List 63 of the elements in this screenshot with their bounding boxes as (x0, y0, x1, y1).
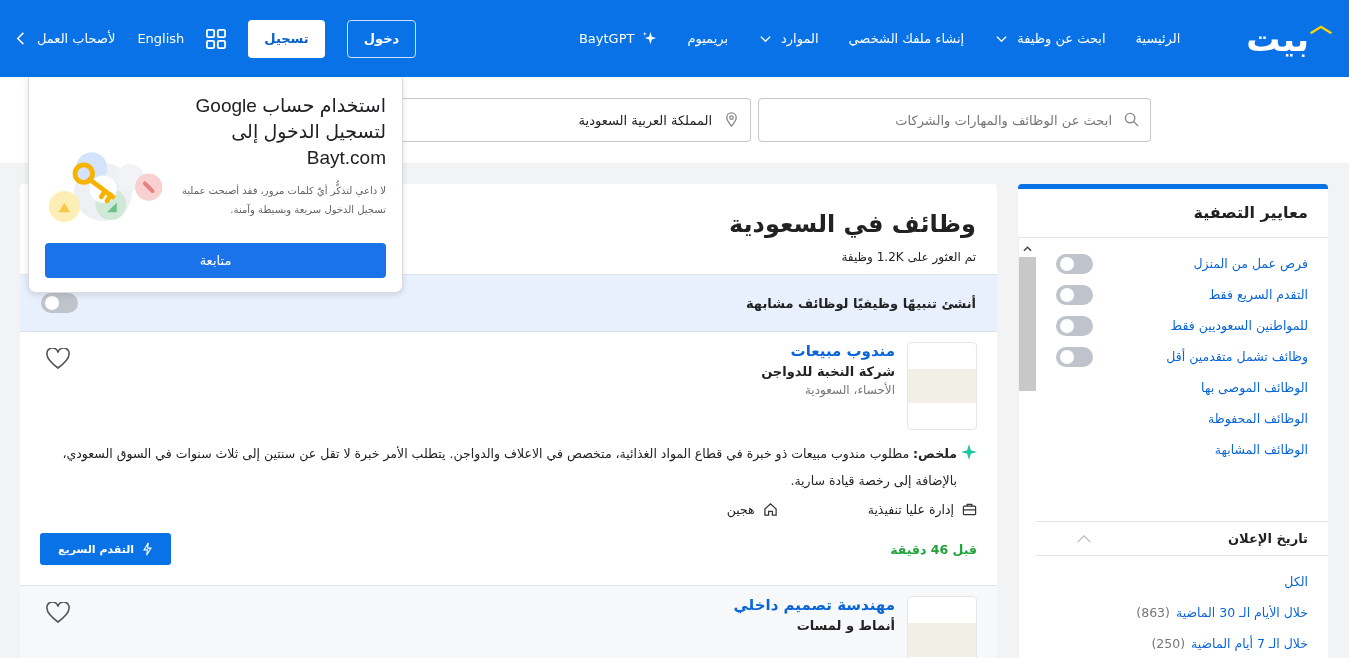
toggle-switch[interactable] (1056, 315, 1093, 336)
filter-link[interactable]: الوظائف الموصى بها (1036, 372, 1328, 403)
register-button[interactable]: تسجيل (248, 19, 325, 58)
nav-link[interactable]: الموارد (758, 31, 819, 46)
filter-link[interactable]: وظائف تشمل متقدمين أقل (1166, 349, 1308, 364)
popup-message: لا داعي لتذكُّر أيّ كلمات مرور، فقد أصبحت عملية تسجيل الدخول سريعة وبسيطة وآمنة. (177, 181, 386, 219)
results-count: تم العثور على 1.2K وظيفة (841, 250, 976, 264)
page-title: وظائف في السعودية (729, 210, 976, 238)
toggle-switch[interactable] (41, 293, 78, 313)
toggle-switch[interactable] (1056, 346, 1093, 367)
nav-link[interactable]: ابحث عن وظيفة (994, 31, 1106, 46)
location-pin-icon (724, 112, 739, 127)
job-tag: هجين (726, 502, 755, 517)
nav-link[interactable]: الرئيسية (1135, 31, 1181, 46)
briefcase-icon (962, 502, 977, 517)
company-name: شركة النخبة للدواجن (761, 364, 895, 379)
job-location: الأحساء، السعودية (804, 383, 895, 397)
company-name: أنماط و لمسات (796, 618, 895, 633)
nav-link[interactable]: BaytGPT (578, 31, 658, 46)
sparkle-icon (961, 444, 977, 460)
toggle-switch[interactable] (1056, 284, 1093, 305)
grid-icon[interactable] (206, 28, 227, 49)
section-title: تاريخ الإعلان (1228, 531, 1308, 546)
scrollbar[interactable] (1018, 238, 1036, 658)
language-link[interactable]: English (137, 31, 185, 46)
filter-link[interactable]: الوظائف المشابهة (1036, 434, 1328, 465)
toggle-switch[interactable] (1056, 253, 1093, 274)
job-alert-label: أنشئ تنبيهًا وظيفيًا لوظائف مشابهة (745, 295, 976, 311)
site-logo[interactable]: بيت (1246, 21, 1333, 56)
company-logo-placeholder (907, 596, 977, 658)
job-summary: ملخص: مطلوب مندوب مبيعات ذو خبرة في قطاع المواد الغذائية، متخصص في الاعلاف والدواجن. يتطلب الأمر خبرة لا تقل عن سنتين إلى ثلاث سنوات في السوق السعودي، بالإضافة إلى رخصة قيادة سارية. (61, 445, 957, 491)
result-count: (250) (1151, 636, 1185, 651)
nav-link[interactable]: بريميوم (687, 31, 729, 46)
filters-title: معايير التصفية (1018, 189, 1328, 238)
filter-link[interactable]: فرص عمل من المنزل (1193, 256, 1308, 271)
quick-apply-button[interactable]: التقدم السريع (40, 533, 172, 565)
popup-title: استخدام حساب Google لتسجيل الدخول إلى Bayt.com (194, 94, 386, 170)
search-icon (1124, 112, 1139, 127)
job-tag: إدارة عليا تنفيذية (867, 502, 954, 517)
date-filter-link[interactable]: خلال الـ 7 أيام الماضية (1191, 636, 1308, 651)
filter-link[interactable]: الوظائف المحفوظة (1036, 403, 1328, 434)
filter-link[interactable]: التقدم السريع فقط (1208, 287, 1308, 302)
house-icon (762, 502, 778, 517)
login-button[interactable]: دخول (346, 19, 417, 58)
result-count: (863) (1136, 605, 1170, 620)
posted-time: قبل 46 دقيقة (890, 541, 977, 557)
employers-link[interactable]: لأصحاب العمل (14, 31, 116, 46)
job-title-link[interactable]: مهندسة تصميم داخلي (733, 596, 895, 614)
chevron-up-icon[interactable] (1076, 533, 1092, 544)
scroll-up-icon[interactable] (1023, 246, 1032, 252)
roof-icon (1309, 23, 1333, 36)
filter-link[interactable]: للمواطنين السعوديين فقط (1170, 318, 1308, 333)
lightning-icon (142, 542, 154, 556)
heart-icon[interactable] (46, 348, 70, 370)
search-field[interactable]: ابحث عن الوظائف والمهارات والشركات (758, 98, 1151, 142)
job-card[interactable]: مهندسة تصميم داخلي أنماط و لمسات (20, 586, 997, 658)
sparkle-icon (642, 31, 658, 46)
date-filter-link[interactable]: الكل (1284, 574, 1308, 589)
heart-icon[interactable] (46, 602, 70, 624)
continue-button[interactable]: متابعة (45, 243, 386, 278)
job-title-link[interactable]: مندوب مبيعات (790, 342, 895, 360)
nav-link[interactable]: إنشاء ملفك الشخصي (848, 31, 965, 46)
date-filter-link[interactable]: خلال الأيام الـ 30 الماضية (1175, 605, 1308, 620)
